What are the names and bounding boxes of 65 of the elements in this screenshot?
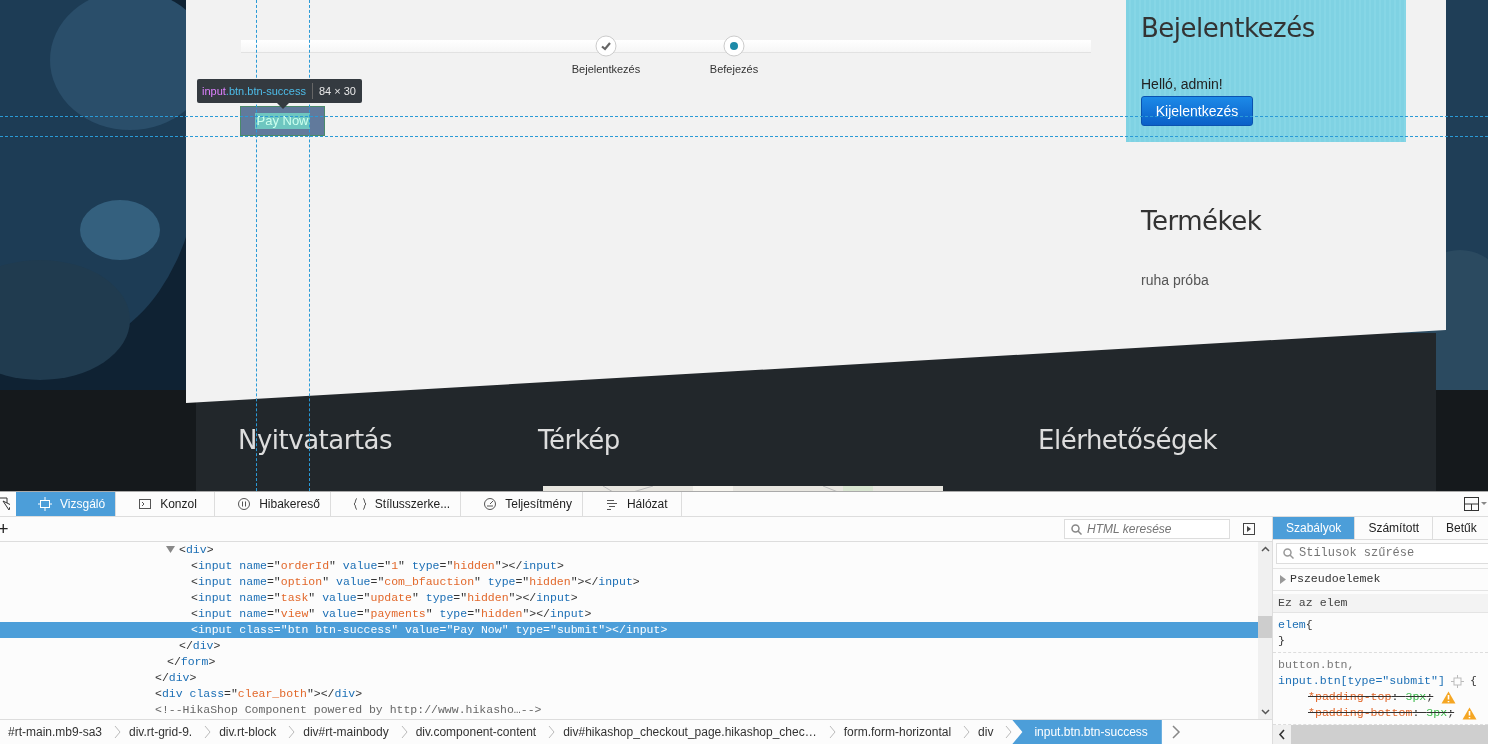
waterfall-icon (604, 497, 619, 511)
chevron-icon (828, 725, 836, 739)
breadcrumb[interactable]: div.rt-block (211, 720, 289, 744)
devtools-tab[interactable]: Hálózat (582, 492, 682, 516)
layout-icon[interactable] (1464, 497, 1488, 511)
css-declaration[interactable]: *padding-top: 3px; (1308, 689, 1434, 705)
search-icon (1071, 524, 1082, 535)
section-header: Ez az elem (1273, 594, 1488, 613)
chevron-icon (204, 725, 212, 739)
breadcrumb[interactable]: div#hikashop_checkout_page.hikashop_chec… (555, 720, 829, 744)
breadcrumb[interactable]: div (970, 720, 1006, 744)
brace: } (1278, 633, 1285, 649)
chevron-icon (400, 725, 408, 739)
code-line[interactable]: <input name="view" value="payments" type="hidden"></input> (0, 606, 1258, 622)
devtools-tab[interactable]: Teljesítmény (461, 492, 583, 516)
code-line[interactable]: <div class="clear_both"></div> (0, 686, 1258, 702)
scroll-down-icon[interactable] (1260, 709, 1270, 715)
code-line[interactable]: <div> (0, 542, 1258, 558)
inspector-icon (38, 497, 52, 511)
chevron-icon (548, 725, 556, 739)
brace: { (1470, 673, 1477, 689)
code-line[interactable]: </div> (0, 670, 1258, 686)
code-line[interactable]: <!--HikaShop Component powered by http://www.hikasho…--> (0, 702, 1258, 718)
devtools-tab[interactable]: Stílusszerke... (330, 492, 462, 516)
breadcrumb[interactable]: div.rt-grid-9. (121, 720, 205, 744)
html-search-field[interactable]: HTML keresése (1064, 519, 1230, 539)
sidebar-tab[interactable]: Számított (1355, 517, 1434, 539)
css-selector: button.btn, (1278, 657, 1355, 673)
code-line[interactable]: </form> (0, 654, 1258, 670)
code-line[interactable]: <input name="orderId" value="1" type="hidden"></input> (0, 558, 1258, 574)
section-label: Pszeudoelemek (1290, 571, 1381, 588)
pseudo-elements-toggle[interactable]: Pszeudoelemek (1273, 567, 1488, 591)
scroll-left-icon[interactable] (1273, 725, 1291, 744)
search-icon (1283, 547, 1294, 559)
chevron-icon (963, 725, 971, 739)
devtools-tab[interactable]: Konzol (116, 492, 216, 516)
css-declaration[interactable]: *padding-bottom: 3px; (1308, 705, 1455, 721)
css-selector: elem (1278, 617, 1306, 633)
scroll-up-icon[interactable] (1260, 546, 1270, 552)
braces-icon (352, 497, 367, 511)
scrollbar[interactable] (1273, 725, 1488, 744)
scrollbar-thumb[interactable] (1258, 616, 1272, 638)
css-selector: input.btn[type="submit"] (1278, 673, 1445, 689)
pause-icon (237, 497, 252, 511)
code-line[interactable]: <input name="task" value="update" type="hidden"></input> (0, 590, 1258, 606)
chevron-icon (288, 725, 296, 739)
chevron-icon (1005, 725, 1013, 739)
scrollbar[interactable] (1258, 542, 1272, 719)
expand-triangle-icon[interactable] (166, 546, 175, 553)
code-line[interactable]: </div> (0, 638, 1258, 654)
breadcrumb[interactable]: div#rt-mainbody (295, 720, 401, 744)
breadcrumb[interactable]: form.form-horizontal (835, 720, 964, 744)
console-icon (138, 497, 153, 511)
sidebar-toggle-icon[interactable] (1243, 523, 1255, 535)
style-filter-field[interactable]: Stílusok szűrése (1276, 542, 1488, 564)
devtools-tab[interactable]: Hibakereső (215, 492, 331, 516)
breadcrumb[interactable]: div.component-content (407, 720, 549, 744)
scroll-right-icon[interactable] (1171, 725, 1181, 739)
breadcrumb[interactable]: #rt-main.mb9-sa3 (0, 720, 115, 744)
code-line[interactable]: <input name="option" value="com_bfauction" type="hidden"></input> (0, 574, 1258, 590)
sidebar-tab[interactable]: Betűk (1433, 517, 1488, 539)
pick-element-icon[interactable] (0, 497, 10, 511)
gauge-icon (483, 497, 498, 511)
chevron-icon (114, 725, 122, 739)
brace: { (1305, 617, 1313, 633)
